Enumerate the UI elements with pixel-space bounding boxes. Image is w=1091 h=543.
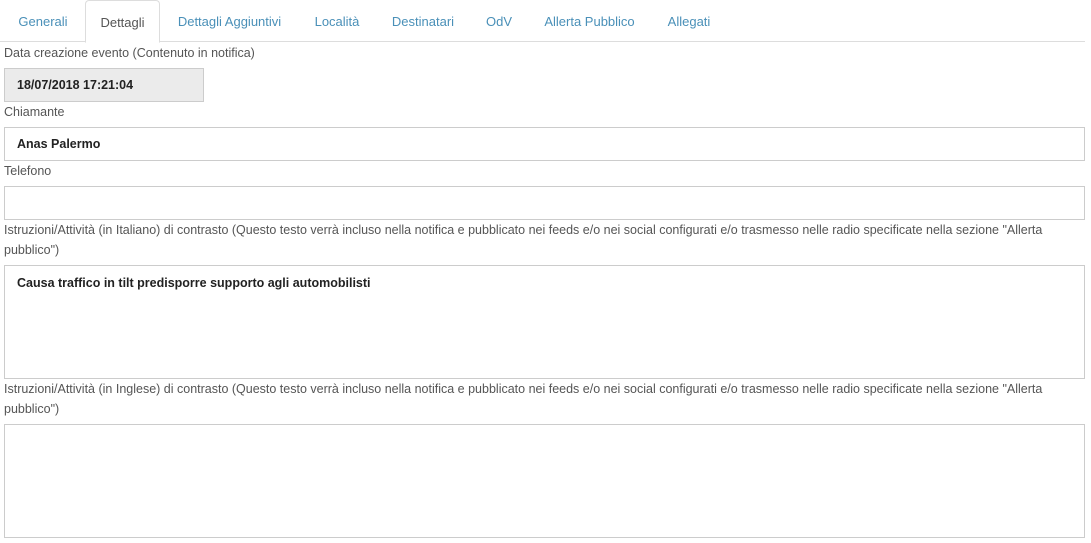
tab-generali[interactable]: Generali bbox=[4, 0, 82, 42]
tab-destinatari[interactable]: Destinatari bbox=[378, 0, 468, 42]
istruzioni-en-label: Istruzioni/Attività (in Inglese) di cont… bbox=[4, 382, 1043, 416]
chiamante-field[interactable] bbox=[4, 127, 1085, 161]
tab-allerta-pubblico[interactable]: Allerta Pubblico bbox=[530, 0, 649, 42]
tab-dettagli[interactable]: Dettagli bbox=[85, 0, 160, 43]
tab-odv[interactable]: OdV bbox=[471, 0, 527, 42]
istruzioni-it-label: Istruzioni/Attività (in Italiano) di con… bbox=[4, 223, 1043, 257]
chiamante-label: Chiamante bbox=[4, 105, 65, 119]
telefono-label: Telefono bbox=[4, 164, 52, 178]
istruzioni-en-textarea[interactable] bbox=[4, 424, 1085, 538]
data-creazione-field bbox=[4, 68, 204, 102]
istruzioni-it-textarea[interactable]: Causa traffico in tilt predisporre suppo… bbox=[4, 265, 1085, 379]
data-creazione-label: Data creazione evento (Contenuto in noti… bbox=[4, 46, 255, 60]
tab-localita[interactable]: Località bbox=[299, 0, 375, 42]
tab-dettagli-aggiuntivi[interactable]: Dettagli Aggiuntivi bbox=[163, 0, 296, 42]
telefono-field[interactable] bbox=[4, 186, 1085, 220]
tab-allegati[interactable]: Allegati bbox=[652, 0, 726, 42]
tab-bar: Generali Dettagli Dettagli Aggiuntivi Lo… bbox=[0, 0, 1085, 43]
